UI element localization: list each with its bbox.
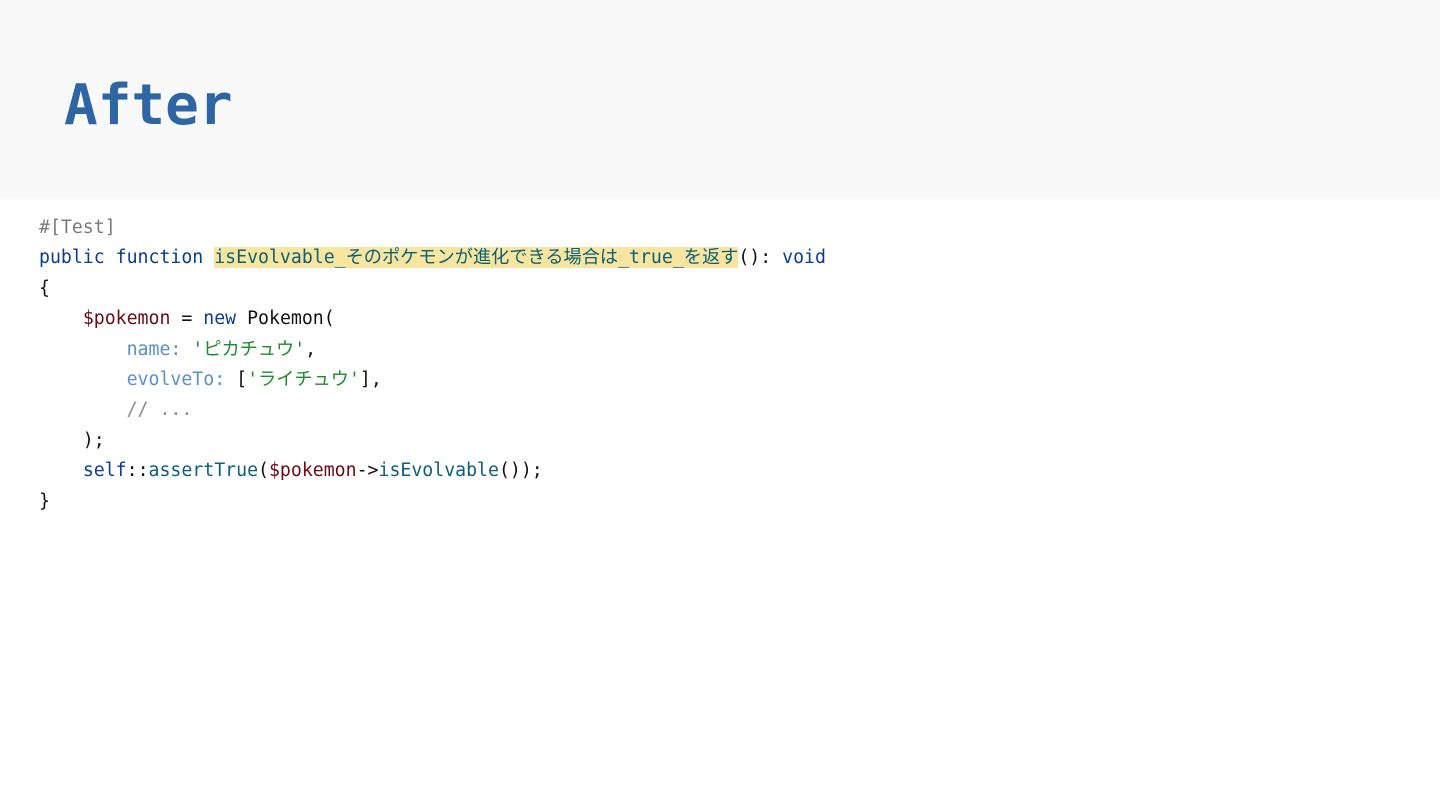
code-named-argument: evolveTo: bbox=[126, 368, 226, 390]
code-line: evolveTo: ['ライチュウ'], bbox=[39, 365, 826, 395]
code-text: } bbox=[39, 490, 50, 512]
code-text: ); bbox=[39, 429, 105, 451]
code-keyword: function bbox=[115, 247, 204, 269]
code-text: ], bbox=[359, 368, 382, 390]
slide: After #[Test] public function isEvolvable… bbox=[0, 0, 1440, 810]
code-text: [ bbox=[225, 368, 248, 390]
code-line: // ... bbox=[39, 395, 826, 425]
code-variable: $pokemon bbox=[268, 460, 357, 482]
slide-header: After bbox=[0, 0, 1440, 198]
code-named-argument: name: bbox=[126, 338, 182, 360]
code-line: $pokemon = new Pokemon( bbox=[39, 304, 826, 334]
code-string: 'ライチュウ' bbox=[247, 368, 360, 390]
code-line: } bbox=[39, 487, 826, 517]
code-keyword: void bbox=[782, 247, 826, 269]
code-line: public function isEvolvable_そのポケモンが進化できる… bbox=[39, 243, 826, 273]
code-line: #[Test] bbox=[39, 213, 826, 243]
code-line: self::assertTrue($pokemon->isEvolvable()… bbox=[39, 456, 826, 486]
code-text: :: bbox=[126, 460, 149, 482]
code-text: Pokemon( bbox=[236, 308, 335, 330]
code-line: { bbox=[39, 274, 826, 304]
code-attribute: #[Test] bbox=[39, 217, 116, 238]
code-text: { bbox=[39, 277, 50, 299]
code-string: 'ピカチュウ' bbox=[192, 338, 306, 360]
code-text: , bbox=[305, 338, 317, 360]
code-variable: $pokemon bbox=[82, 308, 171, 330]
code-block: #[Test] public function isEvolvable_そのポケモ… bbox=[39, 213, 826, 517]
code-text: -> bbox=[356, 460, 379, 482]
code-text: ()); bbox=[498, 460, 543, 482]
code-keyword: self bbox=[82, 460, 127, 482]
code-comment: // ... bbox=[126, 399, 193, 421]
code-line: name: 'ピカチュウ', bbox=[39, 335, 826, 365]
code-text: = bbox=[170, 308, 204, 330]
code-keyword: new bbox=[203, 308, 237, 330]
code-text: ( bbox=[258, 460, 269, 482]
slide-title: After bbox=[64, 73, 233, 138]
code-function-name: isEvolvable bbox=[378, 460, 499, 482]
code-keyword: public bbox=[39, 247, 105, 269]
highlighted-function-name: isEvolvable_そのポケモンが進化できる場合は_true_を返す bbox=[214, 247, 739, 269]
code-line: ); bbox=[39, 426, 826, 456]
code-text: (): bbox=[738, 247, 783, 269]
code-function-name: assertTrue bbox=[148, 460, 259, 482]
